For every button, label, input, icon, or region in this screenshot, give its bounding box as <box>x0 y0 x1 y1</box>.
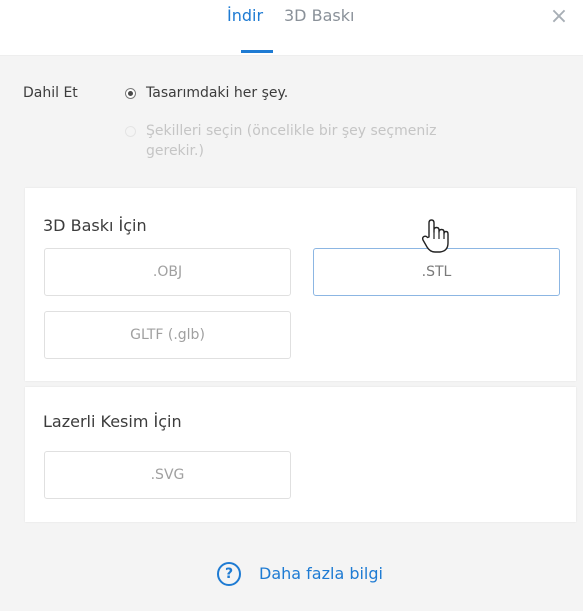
more-info-label: Daha fazla bilgi <box>259 564 383 583</box>
obj-button[interactable]: .OBJ <box>44 248 291 296</box>
stl-button[interactable]: .STL <box>313 248 560 296</box>
card-3d-print-title: 3D Baskı İçin <box>43 216 147 235</box>
radio-everything[interactable] <box>125 88 136 99</box>
include-label: Dahil Et <box>23 85 78 101</box>
download-panel: İndir 3D Baskı × Dahil Et Tasarımdaki he… <box>0 0 583 611</box>
card-laser-cut: Lazerli Kesim İçin .SVG <box>25 387 576 522</box>
active-tab-indicator <box>241 50 273 53</box>
gltf-button[interactable]: GLTF (.glb) <box>44 311 291 359</box>
card-3d-print: 3D Baskı İçin .OBJ .STL GLTF (.glb) <box>25 188 576 381</box>
tab-3d-print[interactable]: 3D Baskı <box>284 5 354 27</box>
option-everything-label[interactable]: Tasarımdaki her şey. <box>146 83 288 103</box>
panel-content: Dahil Et Tasarımdaki her şey. Şekilleri … <box>0 56 583 611</box>
option-select-shapes-label: Şekilleri seçin (öncelikle bir şey seçme… <box>146 123 437 159</box>
card-laser-cut-title: Lazerli Kesim İçin <box>43 412 182 431</box>
svg-button[interactable]: .SVG <box>44 451 291 499</box>
hand-pointer-icon <box>421 219 449 253</box>
close-icon[interactable]: × <box>548 3 570 31</box>
radio-select-shapes[interactable] <box>125 126 136 137</box>
panel-header: İndir 3D Baskı × <box>0 0 583 56</box>
help-circle-icon: ? <box>217 562 241 586</box>
tab-indir[interactable]: İndir <box>227 5 263 27</box>
